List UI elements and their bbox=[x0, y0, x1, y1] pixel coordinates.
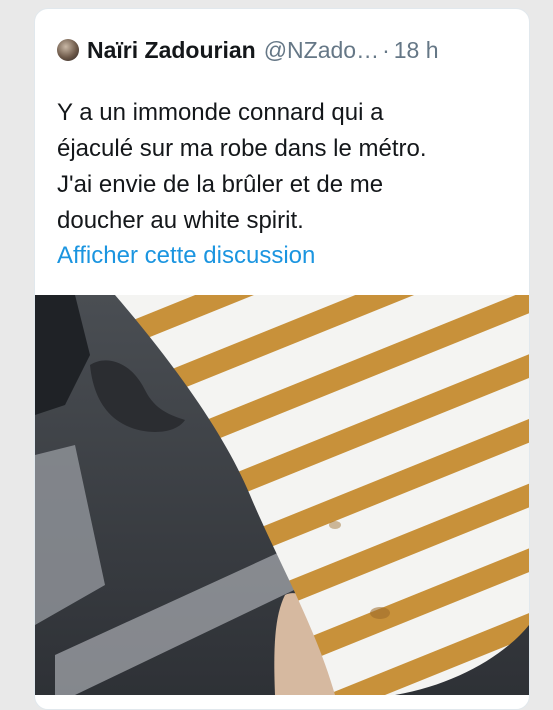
tweet-text-line: doucher au white spirit. bbox=[57, 207, 304, 234]
avatar[interactable] bbox=[57, 39, 79, 61]
tweet-text-line: J'ai envie de la brûler et de me bbox=[57, 171, 384, 198]
tweet-photo[interactable] bbox=[35, 295, 529, 695]
tweet-timestamp[interactable]: 18 h bbox=[394, 37, 439, 64]
tweet-text: Y a un immonde connard qui a éjaculé sur… bbox=[57, 95, 517, 239]
tweet-header: Naïri Zadourian @NZado… · 18 h bbox=[57, 35, 517, 65]
author-handle[interactable]: @NZado… bbox=[264, 37, 379, 64]
author-name[interactable]: Naïri Zadourian bbox=[87, 37, 256, 64]
tweet-text-line: Y a un immonde connard qui a bbox=[57, 99, 384, 126]
stain bbox=[370, 607, 390, 619]
tweet-card[interactable]: Naïri Zadourian @NZado… · 18 h Y a un im… bbox=[34, 8, 530, 710]
tweet-text-line: éjaculé sur ma robe dans le métro. bbox=[57, 135, 427, 162]
photo-image bbox=[35, 295, 529, 695]
stain bbox=[329, 521, 341, 529]
header-separator: · bbox=[382, 36, 390, 63]
show-thread-link[interactable]: Afficher cette discussion bbox=[57, 242, 315, 270]
